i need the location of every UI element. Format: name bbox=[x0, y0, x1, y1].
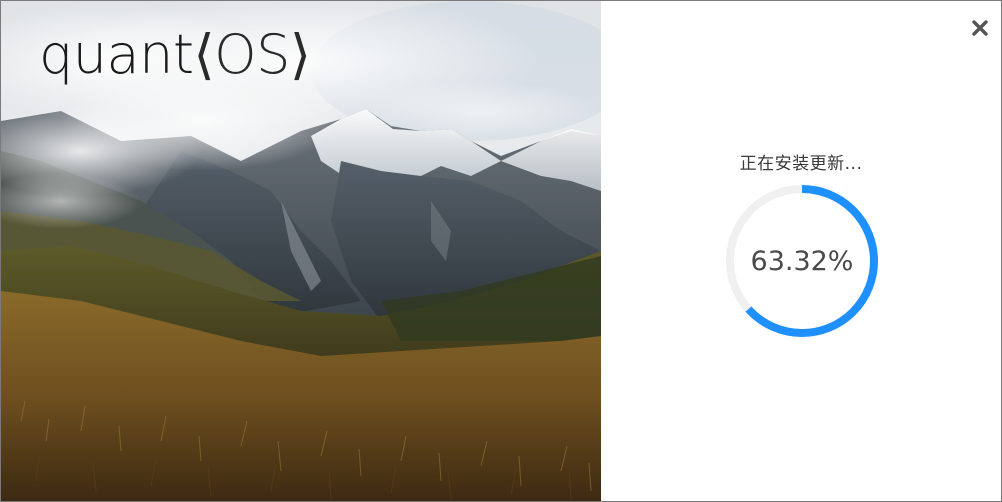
logo-text-brand: ⟨OS⟩ bbox=[193, 23, 311, 86]
close-button[interactable] bbox=[969, 17, 991, 39]
close-icon bbox=[972, 20, 988, 36]
install-status-text: 正在安装更新... bbox=[739, 154, 863, 174]
installer-window: quant⟨OS⟩ 正在安装更新... 63.32% bbox=[0, 0, 1002, 502]
logo-text-main: quant bbox=[39, 23, 194, 86]
installer-panel: 正在安装更新... 63.32% bbox=[601, 1, 1001, 501]
progress-percent-label: 63.32% bbox=[750, 245, 854, 277]
quantos-logo: quant⟨OS⟩ bbox=[39, 23, 311, 87]
hero-image: quant⟨OS⟩ bbox=[1, 1, 601, 501]
